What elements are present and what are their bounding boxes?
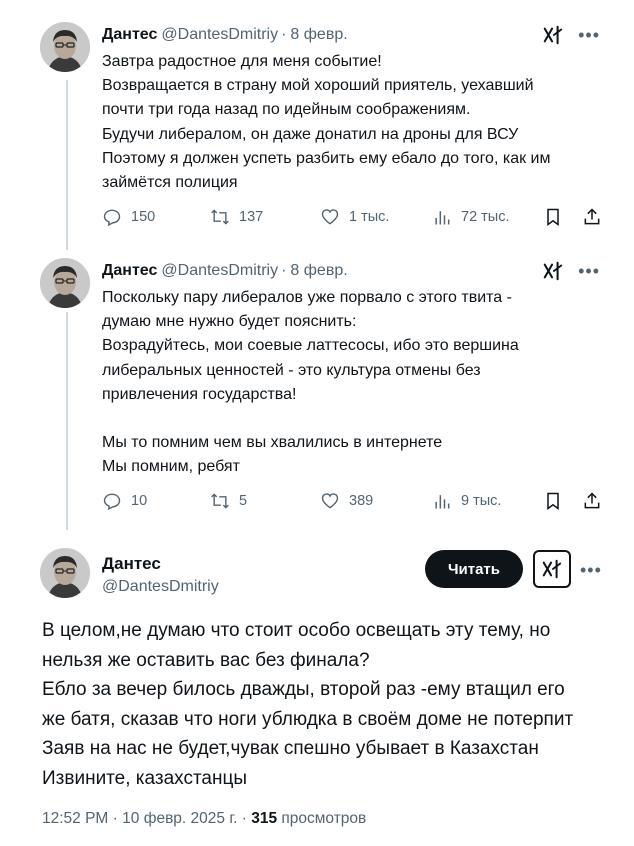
views-icon xyxy=(435,495,450,509)
author-name[interactable]: Дантес xyxy=(102,262,157,280)
repost-button[interactable]: 5 xyxy=(210,491,247,511)
tweet-line: Возвращается в страну мой хороший прияте… xyxy=(102,77,534,95)
tweet-line: нельзя же оставить вас без финала? xyxy=(42,649,370,671)
separator: · xyxy=(281,262,287,279)
like-count: 389 xyxy=(349,493,374,509)
tweet-line: Мы помним, ребят xyxy=(102,458,240,476)
tweet-1[interactable]: Дантес @DantesDmitriy · 8 февр. ••• Завт… xyxy=(0,0,634,250)
tweet-date[interactable]: 8 февр. xyxy=(290,262,347,280)
author-name[interactable]: Дантес xyxy=(102,554,161,574)
more-icon[interactable]: ••• xyxy=(580,561,602,579)
bookmark-icon xyxy=(547,492,559,510)
tweet-top-icons: ••• xyxy=(542,260,600,282)
avatar-image xyxy=(40,258,90,308)
separator: · xyxy=(281,26,287,43)
share-icon xyxy=(584,492,600,509)
avatar-image xyxy=(40,548,90,598)
grok-icon xyxy=(542,559,562,579)
bookmark-icon xyxy=(547,208,559,226)
like-button[interactable]: 389 xyxy=(320,491,373,511)
share-icon xyxy=(584,208,600,225)
author-name[interactable]: Дантес xyxy=(102,26,157,44)
separator: · xyxy=(241,810,247,827)
tweet-text: В целом,не думаю что стоит особо освещат… xyxy=(42,616,573,794)
more-icon[interactable]: ••• xyxy=(578,262,600,280)
tweet-actions: 150 137 1 тыс. 72 тыс. xyxy=(102,207,602,229)
tweet-header: Дантес @DantesDmitriy · 8 февр. xyxy=(102,258,348,284)
views-label: просмотров xyxy=(281,810,367,827)
reply-icon xyxy=(103,493,121,511)
tweet-line: думаю мне нужно будет пояснить: xyxy=(102,313,357,331)
views-button[interactable]: 72 тыс. xyxy=(432,207,510,227)
avatar[interactable] xyxy=(40,22,90,72)
tweet-line: В целом,не думаю что стоит особо освещат… xyxy=(42,620,551,641)
grok-icon[interactable] xyxy=(542,24,564,46)
tweet-line: Поскольку пару либералов уже порвало с э… xyxy=(102,289,512,306)
tweet-line: Поэтому я должен успеть разбить ему ебал… xyxy=(102,149,551,167)
tweet-top-icons: ••• xyxy=(542,24,600,46)
tweet-line: же батя, сказав что ноги ублюдка в своём… xyxy=(42,708,574,730)
tweet-line: Заяв на нас не будет,чувак спешно убывае… xyxy=(42,738,539,760)
reply-count: 10 xyxy=(131,493,148,509)
tweet-header: Дантес @DantesDmitriy · 8 февр. xyxy=(102,22,348,48)
like-button[interactable]: 1 тыс. xyxy=(320,207,389,227)
tweet-line: Мы то помним чем вы хвалились в интернет… xyxy=(102,434,443,452)
grok-button[interactable] xyxy=(533,550,571,588)
tweet-line: Будучи либералом, он даже донатил на дро… xyxy=(102,125,519,143)
repost-icon xyxy=(211,493,229,509)
subscribe-button[interactable]: Читать xyxy=(425,550,523,588)
repost-icon xyxy=(211,209,229,225)
tweet-line xyxy=(102,407,519,431)
reply-button[interactable]: 10 xyxy=(102,491,147,511)
tweet-line: привлечения государства! xyxy=(102,385,297,403)
grok-icon[interactable] xyxy=(542,260,564,282)
avatar[interactable] xyxy=(40,258,90,308)
author-handle[interactable]: @DantesDmitriy xyxy=(102,578,219,596)
like-count: 1 тыс. xyxy=(349,209,390,225)
tweet-line: займётся полиция xyxy=(102,174,238,192)
author-handle[interactable]: @DantesDmitriy xyxy=(161,262,278,280)
share-button[interactable] xyxy=(582,491,602,511)
repost-count: 137 xyxy=(239,209,264,225)
tweet-meta: 12:52 PM · 10 февр. 2025 г. · 315 просмо… xyxy=(42,810,366,828)
tweet-line: Возрадуйтесь, мои соевые латтесосы, ибо … xyxy=(102,337,519,355)
reply-count: 150 xyxy=(131,209,156,225)
tweet-text: Завтра радостное для меня событие! Возвр… xyxy=(102,50,550,195)
tweet-line: либеральных ценностей - это культура отм… xyxy=(102,361,481,379)
views-count: 315 xyxy=(251,810,278,827)
share-button[interactable] xyxy=(582,207,602,227)
separator: · xyxy=(112,810,118,827)
tweet-line: почти три года назад по идейным соображе… xyxy=(102,101,471,119)
like-icon xyxy=(321,493,339,509)
views-icon xyxy=(435,211,450,225)
like-icon xyxy=(321,209,339,225)
views-button[interactable]: 9 тыс. xyxy=(432,491,501,511)
tweet-text: Поскольку пару либералов уже порвало с э… xyxy=(102,286,519,480)
tweet-full-date[interactable]: 10 февр. 2025 г. xyxy=(122,810,237,827)
author-handle[interactable]: @DantesDmitriy xyxy=(161,26,278,44)
bookmark-button[interactable] xyxy=(543,207,563,227)
tweet-date[interactable]: 8 февр. xyxy=(290,26,347,44)
tweet-3-focused: Дантес @DantesDmitriy Читать ••• В целом… xyxy=(0,540,634,846)
views-count: 72 тыс. xyxy=(461,209,510,225)
tweet-2[interactable]: Дантес @DantesDmitriy · 8 февр. ••• Поск… xyxy=(0,255,634,535)
reply-button[interactable]: 150 xyxy=(102,207,155,227)
repost-button[interactable]: 137 xyxy=(210,207,263,227)
tweet-actions: 10 5 389 9 тыс. xyxy=(102,491,602,513)
repost-count: 5 xyxy=(239,493,248,509)
tweet-time[interactable]: 12:52 PM xyxy=(42,810,108,827)
reply-icon xyxy=(103,209,121,227)
tweet-line: Ебло за вечер билось дважды, второй раз … xyxy=(42,679,565,701)
more-icon[interactable]: ••• xyxy=(578,26,600,44)
views-count: 9 тыс. xyxy=(461,493,502,509)
tweet-line: Завтра радостное для меня событие! xyxy=(102,53,382,70)
tweet-line: Извините, казахстанцы xyxy=(42,767,248,789)
avatar[interactable] xyxy=(40,548,90,598)
bookmark-button[interactable] xyxy=(543,491,563,511)
avatar-image xyxy=(40,22,90,72)
